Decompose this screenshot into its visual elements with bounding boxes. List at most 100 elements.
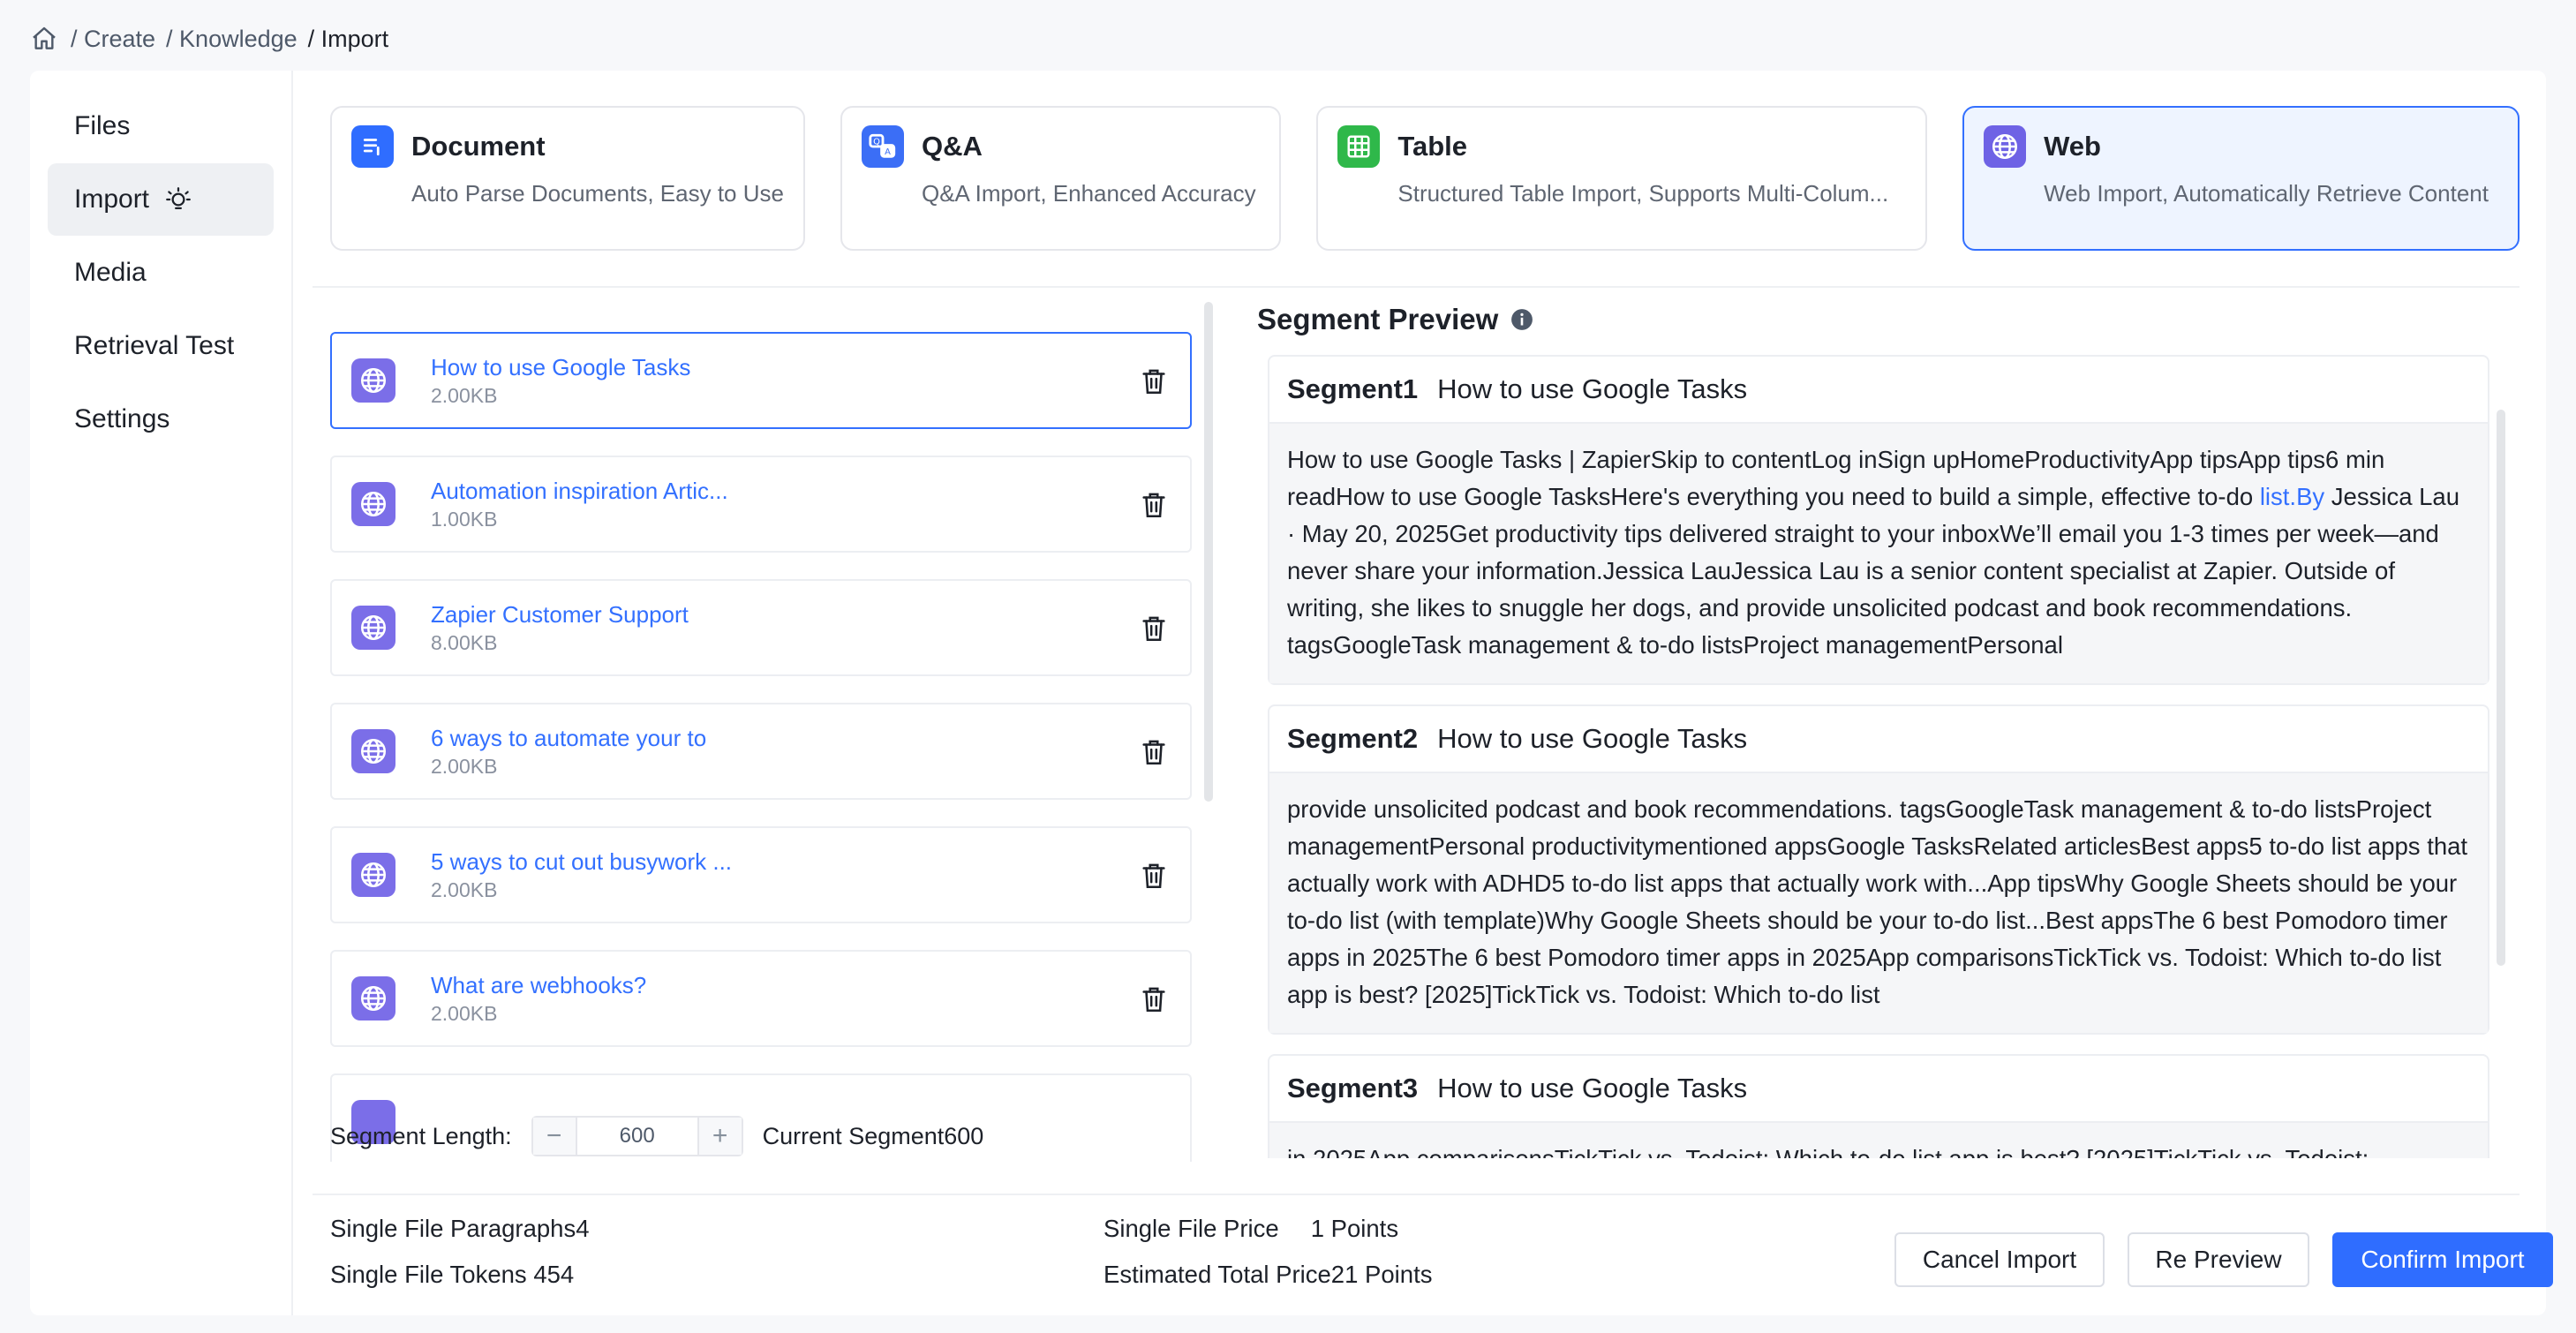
file-list-scrollbar[interactable] [1204,302,1213,802]
type-card-title: Q&A [921,131,983,162]
segment-title: How to use Google Tasks [1437,373,1748,404]
type-card-qa[interactable]: QA Q&A Q&A Import, Enhanced Accuracy [840,106,1282,251]
file-name: How to use Google Tasks [431,353,691,380]
globe-icon [1984,125,2027,168]
current-segment: Current Segment600 [762,1122,984,1149]
type-card-title: Document [411,131,546,162]
trash-icon[interactable] [1139,490,1169,520]
preview-title: Segment Preview [1257,302,2511,337]
breadcrumb-create[interactable]: / Create [71,26,155,53]
preview-title-text: Segment Preview [1257,303,1499,335]
segment-length-control: Segment Length: − 600 + Current Segment6… [330,1114,983,1158]
qa-icon: QA [861,125,904,168]
globe-icon [351,976,395,1020]
sidebar-item-retrieval-test[interactable]: Retrieval Test [48,310,274,382]
file-name: Automation inspiration Artic... [431,477,728,504]
trash-icon[interactable] [1139,861,1169,891]
preview-scrollbar[interactable] [2497,410,2505,966]
segment-text-part: How to use Google Tasks | ZapierSkip to … [1287,446,2385,510]
svg-text:A: A [885,147,891,157]
segment-title: How to use Google Tasks [1437,1073,1748,1103]
file-item[interactable]: 6 ways to automate your to 2.00KB [330,703,1192,800]
segment-card: Segment3 How to use Google Tasks in 2025A… [1268,1054,2489,1158]
trash-icon[interactable] [1139,366,1169,396]
globe-icon [351,482,395,526]
globe-icon [351,729,395,773]
type-card-desc: Auto Parse Documents, Easy to Use [411,180,784,207]
footer-stats-left: Single File Paragraphs4 Single File Toke… [330,1206,590,1298]
sidebar-item-label: Files [74,111,131,140]
file-size: 2.00KB [431,1001,498,1025]
increment-button[interactable]: + [698,1118,742,1155]
divider [313,286,2520,288]
globe-icon [351,853,395,897]
type-card-title: Web [2044,131,2101,162]
segment-text: How to use Google Tasks | ZapierSkip to … [1269,424,2488,683]
segment-card: Segment2 How to use Google Tasks provide … [1268,704,2489,1035]
file-item[interactable]: What are webhooks? 2.00KB [330,950,1192,1047]
file-name: 5 ways to cut out busywork ... [431,847,733,875]
breadcrumb-knowledge[interactable]: / Knowledge [166,26,298,53]
trash-icon[interactable] [1139,737,1169,767]
info-icon[interactable] [1510,308,1533,331]
segment-label: Segment1 [1287,373,1419,404]
sidebar-item-label: Import [74,185,150,214]
sidebar-item-settings[interactable]: Settings [48,383,274,456]
trash-icon[interactable] [1139,984,1169,1014]
segment-title: How to use Google Tasks [1437,723,1748,754]
confirm-import-button[interactable]: Confirm Import [2332,1232,2553,1287]
file-item[interactable]: 5 ways to cut out busywork ... 2.00KB [330,826,1192,923]
type-card-title: Table [1397,131,1468,162]
type-card-desc: Structured Table Import, Supports Multi-… [1397,180,1889,207]
segment-list: Segment1 How to use Google Tasks How to u… [1268,355,2489,1158]
segment-length-stepper: − 600 + [531,1116,743,1156]
decrement-button[interactable]: − [532,1118,576,1155]
file-size: 1.00KB [431,507,498,531]
globe-icon [351,606,395,650]
breadcrumb: / Create / Knowledge / Import [30,21,399,56]
footer-divider [313,1194,2520,1195]
segment-link[interactable]: list.By [2260,483,2324,510]
type-card-table[interactable]: Table Structured Table Import, Supports … [1316,106,1928,251]
sidebar-item-label: Settings [74,404,170,433]
file-size: 8.00KB [431,630,498,654]
file-name: Zapier Customer Support [431,600,689,628]
type-card-desc: Q&A Import, Enhanced Accuracy [921,180,1256,207]
breadcrumb-import: / Import [307,25,389,52]
segment-text: in 2025App comparisonsTickTick vs. Todoi… [1269,1123,2488,1158]
price-label: Single File Price [1103,1215,1279,1242]
home-icon[interactable] [30,25,58,53]
re-preview-button[interactable]: Re Preview [2128,1232,2309,1287]
import-type-selector: Document Auto Parse Documents, Easy to U… [330,106,2520,251]
globe-icon [351,358,395,403]
file-item[interactable]: How to use Google Tasks 2.00KB [330,332,1192,429]
sidebar-item-files[interactable]: Files [48,90,274,162]
sidebar-item-import[interactable]: Import [48,163,274,236]
type-card-desc: Web Import, Automatically Retrieve Conte… [2044,180,2489,207]
trash-icon[interactable] [1139,614,1169,644]
cancel-import-button[interactable]: Cancel Import [1894,1232,2105,1287]
sidebar-item-media[interactable]: Media [48,237,274,309]
file-size: 2.00KB [431,877,498,901]
price-value: 1 Points [1310,1215,1399,1242]
segment-preview: Segment Preview Segment1 How to use Googl… [1257,302,2511,1158]
single-file-price: Single File Price 1 Points [1103,1206,1432,1252]
type-card-web[interactable]: Web Web Import, Automatically Retrieve C… [1962,106,2520,251]
sidebar-item-label: Media [74,258,147,287]
file-list: How to use Google Tasks 2.00KB Automation… [330,332,1192,1162]
type-card-document[interactable]: Document Auto Parse Documents, Easy to U… [330,106,805,251]
sidebar-item-label: Retrieval Test [74,331,235,360]
segment-text: provide unsolicited podcast and book rec… [1269,773,2488,1033]
single-file-paragraphs: Single File Paragraphs4 [330,1215,590,1242]
segment-label: Segment3 [1287,1073,1419,1103]
segment-length-input[interactable]: 600 [575,1118,699,1155]
file-item[interactable]: Automation inspiration Artic... 1.00KB [330,456,1192,553]
estimated-total-price: Estimated Total Price21 Points [1103,1261,1433,1288]
sidebar: Files Import Media Retrieval Test Settin… [30,71,293,1315]
file-item[interactable]: Zapier Customer Support 8.00KB [330,579,1192,676]
segment-card: Segment1 How to use Google Tasks How to u… [1268,355,2489,685]
file-name: What are webhooks? [431,971,647,998]
segment-length-label: Segment Length: [330,1122,512,1149]
document-icon [351,125,394,168]
footer-stats-right: Single File Price 1 Points Estimated Tota… [1103,1206,1432,1298]
